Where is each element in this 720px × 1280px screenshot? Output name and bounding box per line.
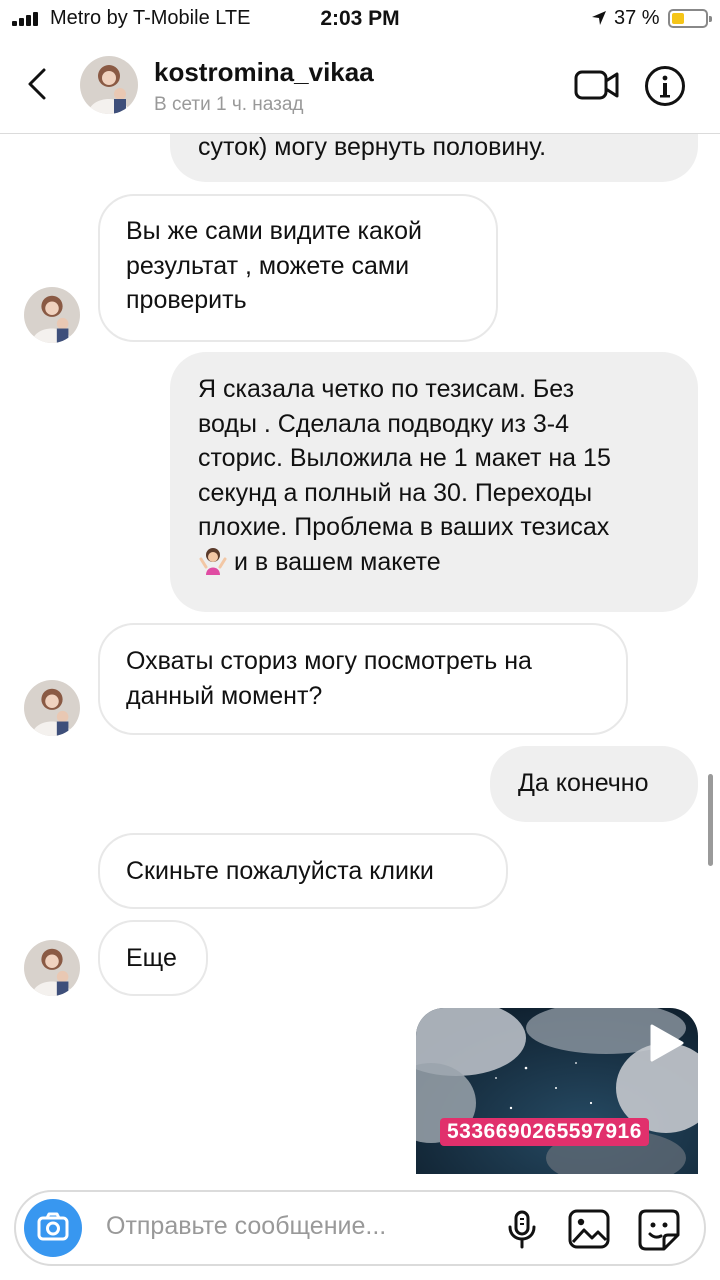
incoming-message[interactable]: Вы же сами видите какой результат , може… (98, 194, 498, 342)
microphone-icon[interactable] (506, 1209, 538, 1249)
avatar[interactable] (24, 940, 80, 996)
incoming-message[interactable]: Охваты сториз могу посмотреть на данный … (98, 623, 628, 735)
message-line: результат , можете сами (126, 251, 410, 280)
scrollbar[interactable] (708, 774, 713, 866)
outgoing-message[interactable]: Я сказала четко по тезисам. Без воды . С… (170, 352, 698, 612)
message-line: проверить (126, 286, 247, 314)
camera-icon (37, 1212, 69, 1241)
chat-header: kostromina_vikaa В сети 1 ч. назад (0, 40, 720, 134)
status-bar: Metro by T-Mobile LTE 2:03 PM 37 % (0, 0, 720, 40)
message-line: сторис. Выложила не 1 макет на 15 (198, 444, 611, 472)
message-line: воды . Сделала подводку из 3-4 (198, 409, 569, 438)
message-text: суток) могу вернуть половину. (198, 134, 547, 161)
message-text: Еще (126, 944, 177, 972)
message-text: Да конечно (518, 769, 649, 797)
message-line: секунд а полный на 30. Переходы (198, 478, 593, 507)
status-time: 2:03 PM (320, 7, 400, 30)
video-camera-icon[interactable] (574, 68, 620, 102)
camera-button[interactable] (24, 1199, 82, 1257)
video-overlay-code: 5336690265597916 (440, 1118, 649, 1146)
message-line: данный момент? (126, 681, 323, 710)
message-thread[interactable]: суток) могу вернуть половину. Вы же сами… (0, 134, 720, 1174)
message-line: плохие. Проблема в ваших тезисах (198, 513, 610, 541)
incoming-message[interactable]: Скиньте пожалуйста клики (98, 833, 508, 909)
outgoing-message[interactable]: суток) могу вернуть половину. (170, 134, 698, 182)
info-icon[interactable] (644, 65, 686, 107)
last-seen-status: В сети 1 ч. назад (154, 94, 304, 115)
message-line: Охваты сториз могу посмотреть на (126, 647, 532, 675)
gallery-icon[interactable] (568, 1209, 610, 1249)
avatar[interactable] (80, 56, 138, 114)
message-text: Скиньте пожалуйста клики (126, 857, 434, 885)
avatar[interactable] (24, 680, 80, 736)
message-line: и в вашем макете (198, 545, 670, 580)
video-message[interactable]: 5336690265597916 (416, 1008, 698, 1174)
battery-icon (668, 9, 712, 28)
outgoing-message[interactable]: Да конечно (490, 746, 698, 822)
play-icon[interactable] (644, 1022, 686, 1064)
battery-percentage: 37 % (614, 7, 660, 29)
battery-level (672, 13, 684, 24)
message-input[interactable] (106, 1212, 486, 1241)
message-text: и в вашем макете (234, 547, 441, 576)
message-composer (14, 1190, 706, 1266)
back-chevron-icon[interactable] (22, 66, 52, 102)
chat-username[interactable]: kostromina_vikaa (154, 57, 374, 88)
incoming-message[interactable]: Еще (98, 920, 208, 996)
location-arrow-icon (592, 11, 606, 25)
message-line: Вы же сами видите какой (126, 217, 422, 245)
sticker-icon[interactable] (638, 1209, 680, 1251)
message-line: Я сказала четко по тезисам. Без (198, 375, 575, 403)
woman-shrugging-emoji (199, 547, 227, 575)
avatar[interactable] (24, 287, 80, 343)
